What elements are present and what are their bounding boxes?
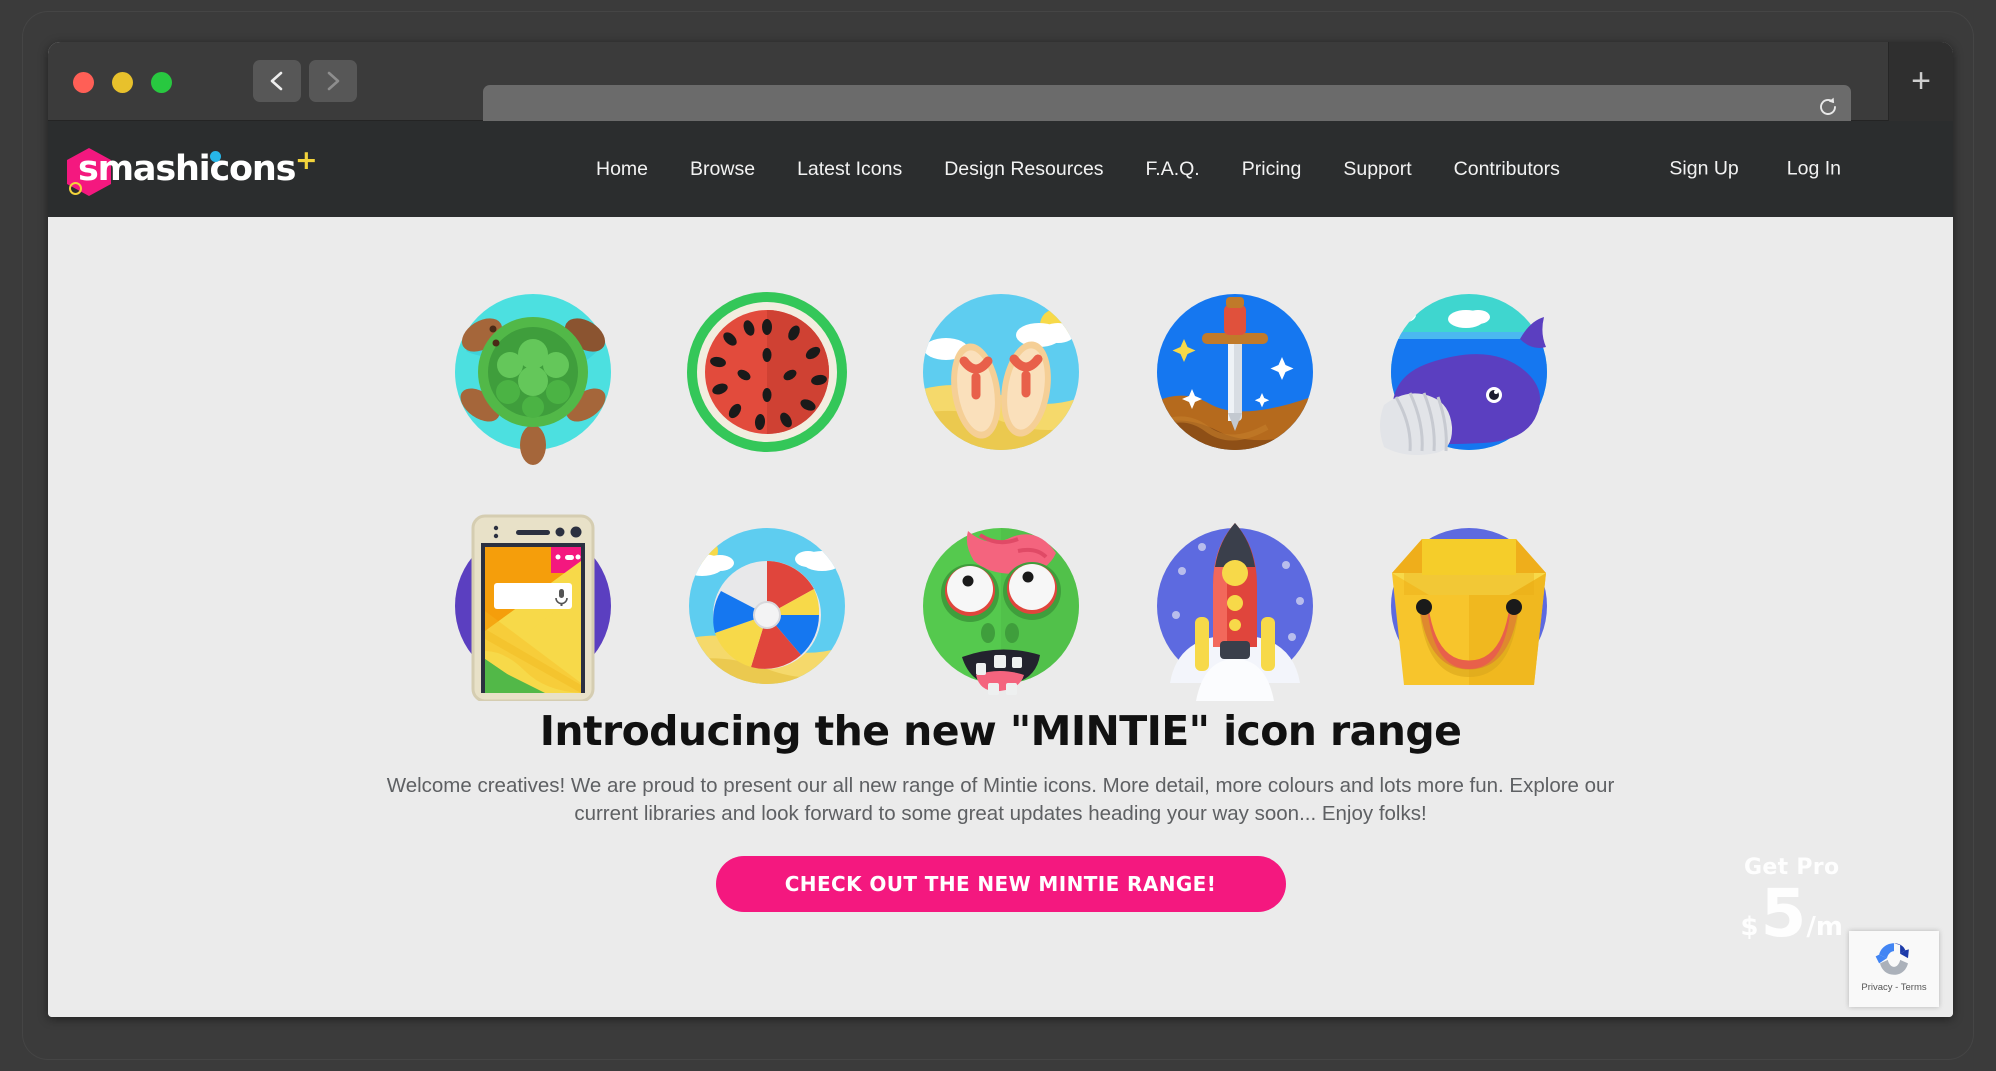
chevron-left-icon bbox=[270, 71, 283, 91]
nav-item-contributors[interactable]: Contributors bbox=[1433, 158, 1581, 181]
sword-icon bbox=[1156, 294, 1313, 450]
nav-item-design-resources[interactable]: Design Resources bbox=[923, 158, 1124, 181]
icon-tile-watermelon[interactable] bbox=[650, 255, 884, 489]
nav-item-latest-icons[interactable]: Latest Icons bbox=[776, 158, 923, 181]
close-window-button[interactable] bbox=[73, 72, 94, 93]
beach-ball-icon bbox=[688, 528, 845, 684]
reload-icon bbox=[1820, 97, 1836, 115]
get-pro-price: $ 5 /m bbox=[1740, 875, 1843, 953]
icon-tile-shopping-bag[interactable] bbox=[1352, 489, 1586, 723]
rocket-icon bbox=[1156, 523, 1313, 701]
cyan-dot-icon bbox=[210, 151, 221, 162]
logo-plus-icon: + bbox=[295, 145, 318, 176]
price-amount: 5 bbox=[1760, 875, 1807, 953]
hero-copy: Introducing the new "MINTIE" icon range … bbox=[48, 707, 1953, 912]
back-button[interactable] bbox=[253, 60, 301, 102]
icon-tile-zombie[interactable] bbox=[884, 489, 1118, 723]
nav-item-faq[interactable]: F.A.Q. bbox=[1125, 158, 1221, 181]
nav-item-browse[interactable]: Browse bbox=[669, 158, 776, 181]
browser-window: + smashicons + Home Browse Latest Icons … bbox=[48, 42, 1953, 1017]
watermelon-icon bbox=[686, 292, 847, 452]
hero-subtitle: Welcome creatives! We are proud to prese… bbox=[386, 774, 1615, 825]
recaptcha-badge[interactable]: Privacy - Terms bbox=[1849, 931, 1939, 1007]
plus-icon: + bbox=[1911, 61, 1931, 100]
sign-up-link[interactable]: Sign Up bbox=[1645, 158, 1762, 181]
logo-wordmark: smashicons bbox=[78, 149, 296, 189]
nav-item-home[interactable]: Home bbox=[575, 158, 669, 181]
nav-item-support[interactable]: Support bbox=[1322, 158, 1432, 181]
icon-tile-whale[interactable] bbox=[1352, 255, 1586, 489]
navigation-buttons bbox=[253, 60, 357, 102]
site-header: smashicons + Home Browse Latest Icons De… bbox=[48, 121, 1953, 217]
site-logo[interactable]: smashicons + bbox=[67, 141, 318, 197]
flip-flops-icon bbox=[922, 294, 1079, 450]
window-controls bbox=[73, 72, 172, 93]
forward-button[interactable] bbox=[309, 60, 357, 102]
nav-item-pricing[interactable]: Pricing bbox=[1221, 158, 1323, 181]
turtle-icon bbox=[454, 294, 611, 465]
shopping-bag-icon bbox=[1390, 528, 1547, 685]
main-navigation: Home Browse Latest Icons Design Resource… bbox=[575, 158, 1581, 181]
chevron-right-icon bbox=[327, 71, 340, 91]
icon-showcase-grid bbox=[416, 217, 1586, 723]
smartphone-icon bbox=[454, 514, 611, 701]
auth-navigation: Sign Up Log In bbox=[1645, 158, 1865, 181]
recaptcha-icon bbox=[1875, 943, 1909, 975]
whale-icon bbox=[1379, 294, 1547, 455]
recaptcha-links[interactable]: Privacy - Terms bbox=[1861, 982, 1926, 993]
icon-tile-rocket[interactable] bbox=[1118, 489, 1352, 723]
price-period: /m bbox=[1806, 911, 1843, 942]
icon-tile-turtle[interactable] bbox=[416, 255, 650, 489]
desktop-backdrop: + smashicons + Home Browse Latest Icons … bbox=[0, 0, 1996, 1071]
icon-tile-smartphone[interactable] bbox=[416, 489, 650, 723]
icon-tile-sword[interactable] bbox=[1118, 255, 1352, 489]
log-in-link[interactable]: Log In bbox=[1763, 158, 1865, 181]
check-out-mintie-button[interactable]: CHECK OUT THE NEW MINTIE RANGE! bbox=[715, 856, 1286, 912]
icon-tile-flip-flops[interactable] bbox=[884, 255, 1118, 489]
maximize-window-button[interactable] bbox=[151, 72, 172, 93]
cta-container: CHECK OUT THE NEW MINTIE RANGE! bbox=[48, 856, 1953, 912]
minimize-window-button[interactable] bbox=[112, 72, 133, 93]
browser-toolbar: + bbox=[48, 42, 1953, 129]
reload-button[interactable] bbox=[1815, 94, 1841, 120]
currency-symbol: $ bbox=[1740, 911, 1759, 942]
icon-tile-beach-ball[interactable] bbox=[650, 489, 884, 723]
zombie-icon bbox=[922, 528, 1079, 695]
new-tab-button[interactable]: + bbox=[1888, 42, 1953, 121]
page-content: Introducing the new "MINTIE" icon range … bbox=[48, 217, 1953, 1017]
get-pro-badge[interactable]: Get Pro $ 5 /m bbox=[1740, 855, 1843, 953]
